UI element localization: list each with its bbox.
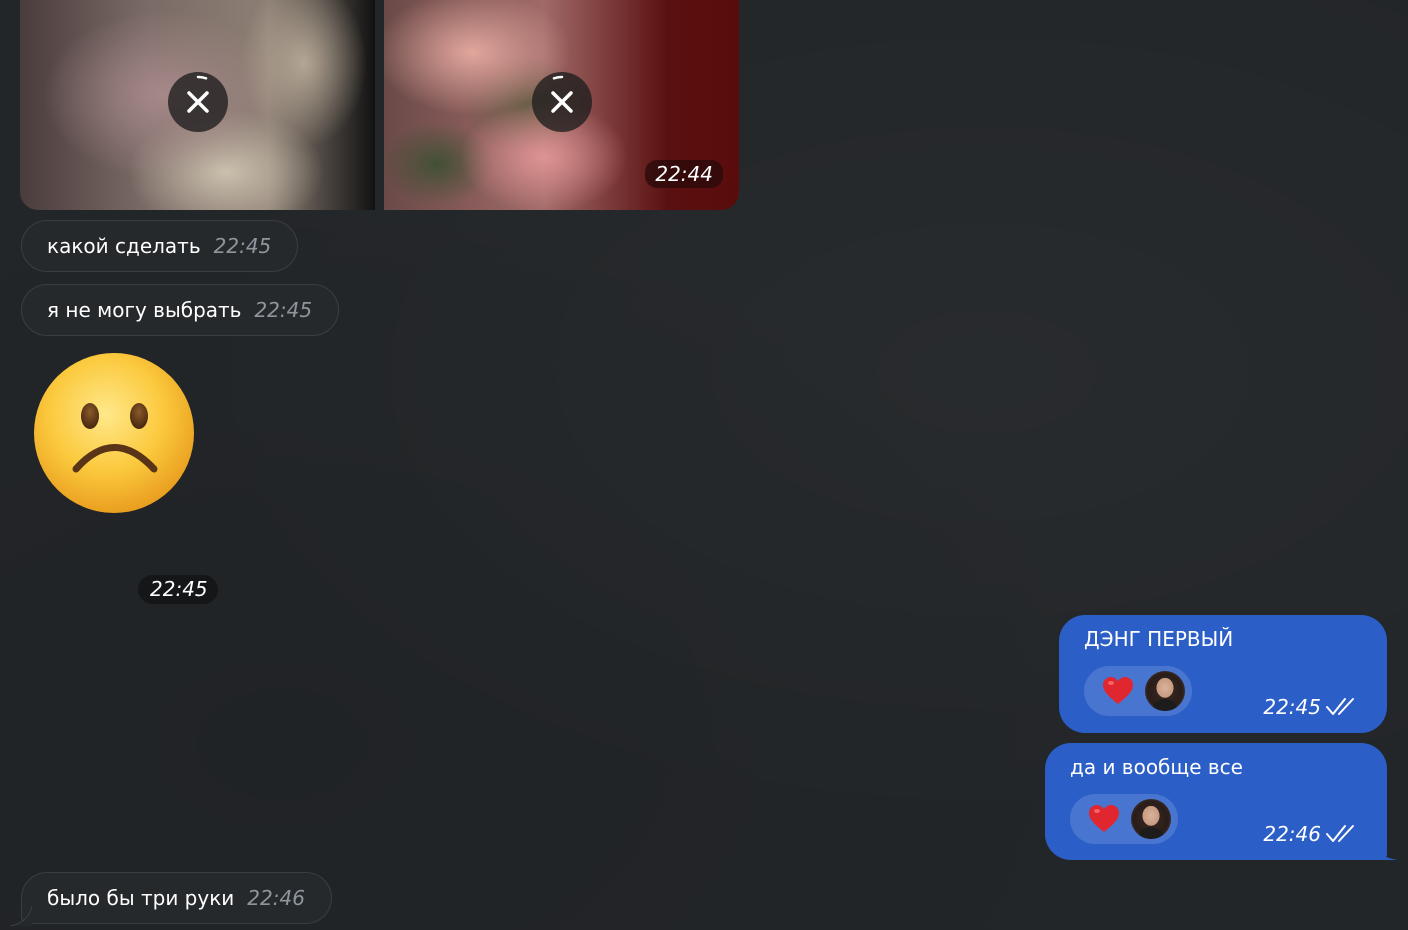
message-time: 22:45 xyxy=(1263,695,1321,719)
incoming-message[interactable]: было бы три руки 22:46 xyxy=(21,872,332,924)
bubble-tail xyxy=(9,906,32,926)
reaction-chip[interactable] xyxy=(1070,794,1178,844)
message-text: я не могу выбрать xyxy=(47,298,242,322)
chat-history[interactable]: 22:44 какой сделать 22:45 я не могу выбр… xyxy=(0,0,1408,930)
message-time: 22:45 xyxy=(254,298,313,322)
cancel-upload-icon xyxy=(187,75,209,113)
message-time: 22:46 xyxy=(247,886,305,910)
message-text: да и вообще все xyxy=(1070,755,1243,779)
double-check-icon xyxy=(1326,698,1354,715)
message-time: 22:45 xyxy=(213,234,272,258)
heart-icon xyxy=(1089,805,1119,832)
outgoing-message[interactable]: да и вообще все 22:46 xyxy=(1045,743,1387,860)
double-check-icon xyxy=(1326,825,1354,842)
reaction-chip[interactable] xyxy=(1084,666,1192,716)
heart-icon xyxy=(1103,677,1133,704)
message-text: какой сделать xyxy=(47,234,201,258)
media-thumbnail[interactable]: 22:44 xyxy=(384,0,739,210)
message-time: 22:46 xyxy=(1263,822,1321,846)
cancel-upload-button[interactable] xyxy=(532,72,592,132)
incoming-message[interactable]: какой сделать 22:45 xyxy=(21,220,299,272)
message-text: было бы три руки xyxy=(47,886,235,910)
avatar xyxy=(1131,799,1171,839)
cancel-upload-icon xyxy=(551,75,573,113)
message-time: 22:45 xyxy=(138,575,218,604)
cancel-upload-button[interactable] xyxy=(168,72,228,132)
incoming-message[interactable]: я не могу выбрать 22:45 xyxy=(21,284,340,336)
message-time: 22:44 xyxy=(645,160,723,188)
outgoing-message[interactable]: ДЭНГ ПЕРВЫЙ 22:45 xyxy=(1059,615,1387,733)
message-text: ДЭНГ ПЕРВЫЙ xyxy=(1084,627,1234,651)
avatar xyxy=(1145,671,1185,711)
bubble-tail xyxy=(1368,838,1398,860)
frowning-face-icon[interactable] xyxy=(33,352,195,514)
media-thumbnail[interactable] xyxy=(20,0,375,210)
